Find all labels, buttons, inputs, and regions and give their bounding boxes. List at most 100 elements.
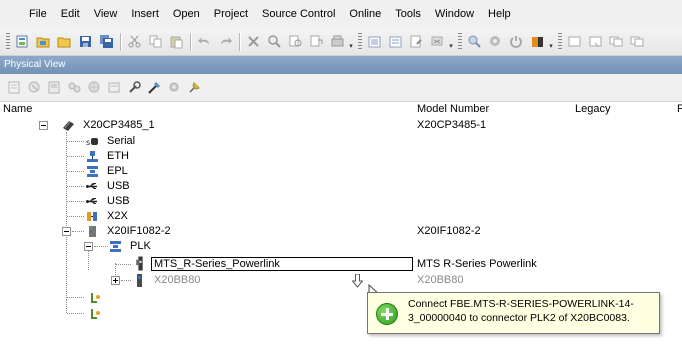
tree-row-usb-2[interactable]: USB bbox=[0, 194, 682, 209]
toolbar-dropdown[interactable]: ▾ bbox=[448, 33, 454, 50]
tree-node-label[interactable]: USB bbox=[107, 179, 130, 194]
find-replace-icon[interactable] bbox=[287, 33, 304, 50]
interface-module-icon bbox=[86, 225, 99, 238]
open-icon[interactable] bbox=[105, 79, 123, 97]
tree-connector bbox=[72, 231, 84, 232]
menu-project[interactable]: Project bbox=[207, 0, 255, 28]
paste-icon[interactable] bbox=[168, 33, 185, 50]
window-tile-icon[interactable] bbox=[629, 33, 646, 50]
tree-row-if-module[interactable]: X20IF1082-2 X20IF1082-2 bbox=[0, 224, 682, 239]
save-all-icon[interactable] bbox=[98, 33, 115, 50]
menu-help[interactable]: Help bbox=[481, 0, 518, 28]
controller-icon bbox=[62, 119, 75, 132]
rename-input[interactable] bbox=[151, 257, 413, 271]
tree-connector bbox=[121, 280, 131, 281]
tree-connector bbox=[94, 246, 108, 247]
tree-row-x2x[interactable]: X2X bbox=[0, 209, 682, 224]
if-module-label[interactable]: X20IF1082-2 bbox=[107, 224, 171, 239]
toolbar-grip[interactable] bbox=[358, 32, 362, 51]
column-legacy[interactable]: Legacy bbox=[575, 102, 610, 116]
column-next[interactable]: F bbox=[677, 102, 682, 116]
save-icon[interactable] bbox=[77, 33, 94, 50]
tree-connector bbox=[66, 300, 67, 313]
tree-row-editing[interactable]: MTS R-Series Powerlink bbox=[0, 256, 682, 272]
ghost-node-label[interactable]: X20BB80 bbox=[154, 273, 200, 288]
properties-icon[interactable] bbox=[25, 79, 43, 97]
menu-source-control[interactable]: Source Control bbox=[255, 0, 342, 28]
window-new-icon[interactable] bbox=[566, 33, 583, 50]
tree-connector bbox=[67, 216, 84, 217]
copy-icon[interactable] bbox=[147, 33, 164, 50]
tree-node-label[interactable]: EPL bbox=[107, 164, 128, 179]
add-icon bbox=[376, 303, 398, 325]
wrench-icon[interactable] bbox=[125, 79, 143, 97]
tree-node-label[interactable]: ETH bbox=[107, 149, 129, 164]
menu-view[interactable]: View bbox=[87, 0, 125, 28]
tree-node-label[interactable]: Serial bbox=[107, 134, 135, 149]
menu-insert[interactable]: Insert bbox=[124, 0, 166, 28]
menu-edit[interactable]: Edit bbox=[54, 0, 87, 28]
root-node-label[interactable]: X20CP3485_1 bbox=[83, 118, 155, 133]
window-split-icon[interactable] bbox=[587, 33, 604, 50]
expand-toggle[interactable] bbox=[111, 276, 120, 285]
tree-node-label[interactable]: USB bbox=[107, 194, 130, 209]
bus-base-icon bbox=[133, 274, 146, 287]
new-project-icon[interactable] bbox=[14, 33, 31, 50]
undo-icon[interactable] bbox=[196, 33, 213, 50]
collapse-toggle[interactable] bbox=[84, 242, 93, 251]
build-icon[interactable] bbox=[329, 33, 346, 50]
collapse-toggle[interactable] bbox=[39, 121, 48, 130]
tree-row-serial[interactable]: s Serial bbox=[0, 134, 682, 149]
cut-icon[interactable] bbox=[126, 33, 143, 50]
settings-icon[interactable] bbox=[466, 33, 483, 50]
toolbar-grip[interactable] bbox=[558, 32, 562, 51]
tree-row-epl[interactable]: EPL bbox=[0, 164, 682, 179]
tree-row-root[interactable]: X20CP3485_1 X20CP3485-1 bbox=[0, 118, 682, 133]
physical-view-toolbar bbox=[0, 74, 682, 102]
serial-port-icon: s bbox=[86, 135, 99, 148]
open-icon[interactable] bbox=[35, 33, 52, 50]
tree-row-usb-1[interactable]: USB bbox=[0, 179, 682, 194]
delete-icon[interactable] bbox=[245, 33, 262, 50]
find-next-icon[interactable] bbox=[308, 33, 325, 50]
tree-row-plk[interactable]: PLK bbox=[0, 239, 682, 254]
plk-label[interactable]: PLK bbox=[130, 239, 151, 254]
toolbar-dropdown[interactable]: ▾ bbox=[548, 33, 554, 50]
online-monitor-icon[interactable] bbox=[429, 33, 446, 50]
build-all-icon[interactable] bbox=[366, 33, 383, 50]
open-folder-icon[interactable] bbox=[56, 33, 73, 50]
collapse-toggle[interactable] bbox=[62, 227, 71, 236]
transfer-icon[interactable] bbox=[387, 33, 404, 50]
stop-icon[interactable] bbox=[508, 33, 525, 50]
io-mapping-icon[interactable] bbox=[65, 79, 83, 97]
menu-online[interactable]: Online bbox=[342, 0, 388, 28]
column-name[interactable]: Name bbox=[3, 102, 32, 116]
redo-icon[interactable] bbox=[217, 33, 234, 50]
window-icon[interactable] bbox=[529, 33, 546, 50]
refresh-icon[interactable] bbox=[5, 79, 23, 97]
tree-row-eth[interactable]: ETH bbox=[0, 149, 682, 164]
column-model-number[interactable]: Model Number bbox=[417, 102, 489, 116]
pin-icon[interactable] bbox=[185, 79, 203, 97]
plugin-icon[interactable] bbox=[165, 79, 183, 97]
menu-tools[interactable]: Tools bbox=[388, 0, 428, 28]
menu-file[interactable]: File bbox=[22, 0, 54, 28]
menu-open[interactable]: Open bbox=[166, 0, 207, 28]
menu-window[interactable]: Window bbox=[428, 0, 481, 28]
rebuild-icon[interactable] bbox=[408, 33, 425, 50]
tool-icon[interactable] bbox=[145, 79, 163, 97]
toolbar-dropdown[interactable]: ▾ bbox=[348, 33, 354, 50]
usb-icon bbox=[86, 180, 99, 193]
find-icon[interactable] bbox=[266, 33, 283, 50]
tree-node-label[interactable]: X2X bbox=[107, 209, 128, 224]
toolbar-grip[interactable] bbox=[6, 32, 10, 51]
warning-icon[interactable] bbox=[487, 33, 504, 50]
tree-connector bbox=[67, 186, 84, 187]
tree-row-ghost[interactable]: X20BB80 X20BB80 bbox=[0, 273, 682, 288]
drop-arrow-icon bbox=[352, 274, 363, 288]
x2x-icon bbox=[86, 210, 99, 223]
configure-icon[interactable] bbox=[45, 79, 63, 97]
window-cascade-icon[interactable] bbox=[608, 33, 625, 50]
network-icon[interactable] bbox=[85, 79, 103, 97]
toolbar-grip[interactable] bbox=[458, 32, 462, 51]
